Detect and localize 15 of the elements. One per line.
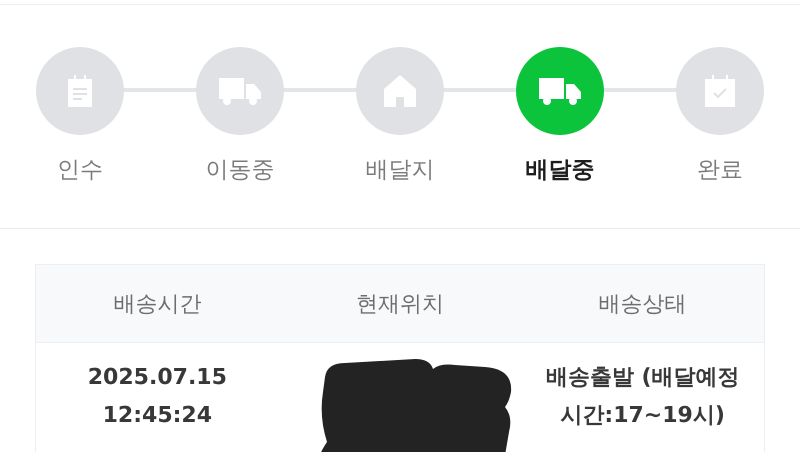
calendar-check-icon <box>705 75 735 107</box>
table-cell-text: 2025.07.15 12:45:24 <box>86 364 228 430</box>
truck-icon <box>539 76 581 106</box>
truck-icon <box>219 76 261 106</box>
step-label: 배달중 <box>526 156 594 185</box>
step-label: 이동중 <box>206 156 274 185</box>
table-cell-text: 배송출발 (배달예정 시간:17~19시) <box>544 364 741 430</box>
house-icon <box>384 75 416 107</box>
column-header: 배송시간 <box>112 290 202 318</box>
clipboard-icon <box>66 75 94 107</box>
step-label: 배달지 <box>366 156 434 185</box>
column-header: 배송상태 <box>598 290 688 318</box>
column-header: 현재위치 <box>354 290 445 318</box>
step-label: 완료 <box>697 156 743 185</box>
step-label: 인수 <box>57 156 103 185</box>
